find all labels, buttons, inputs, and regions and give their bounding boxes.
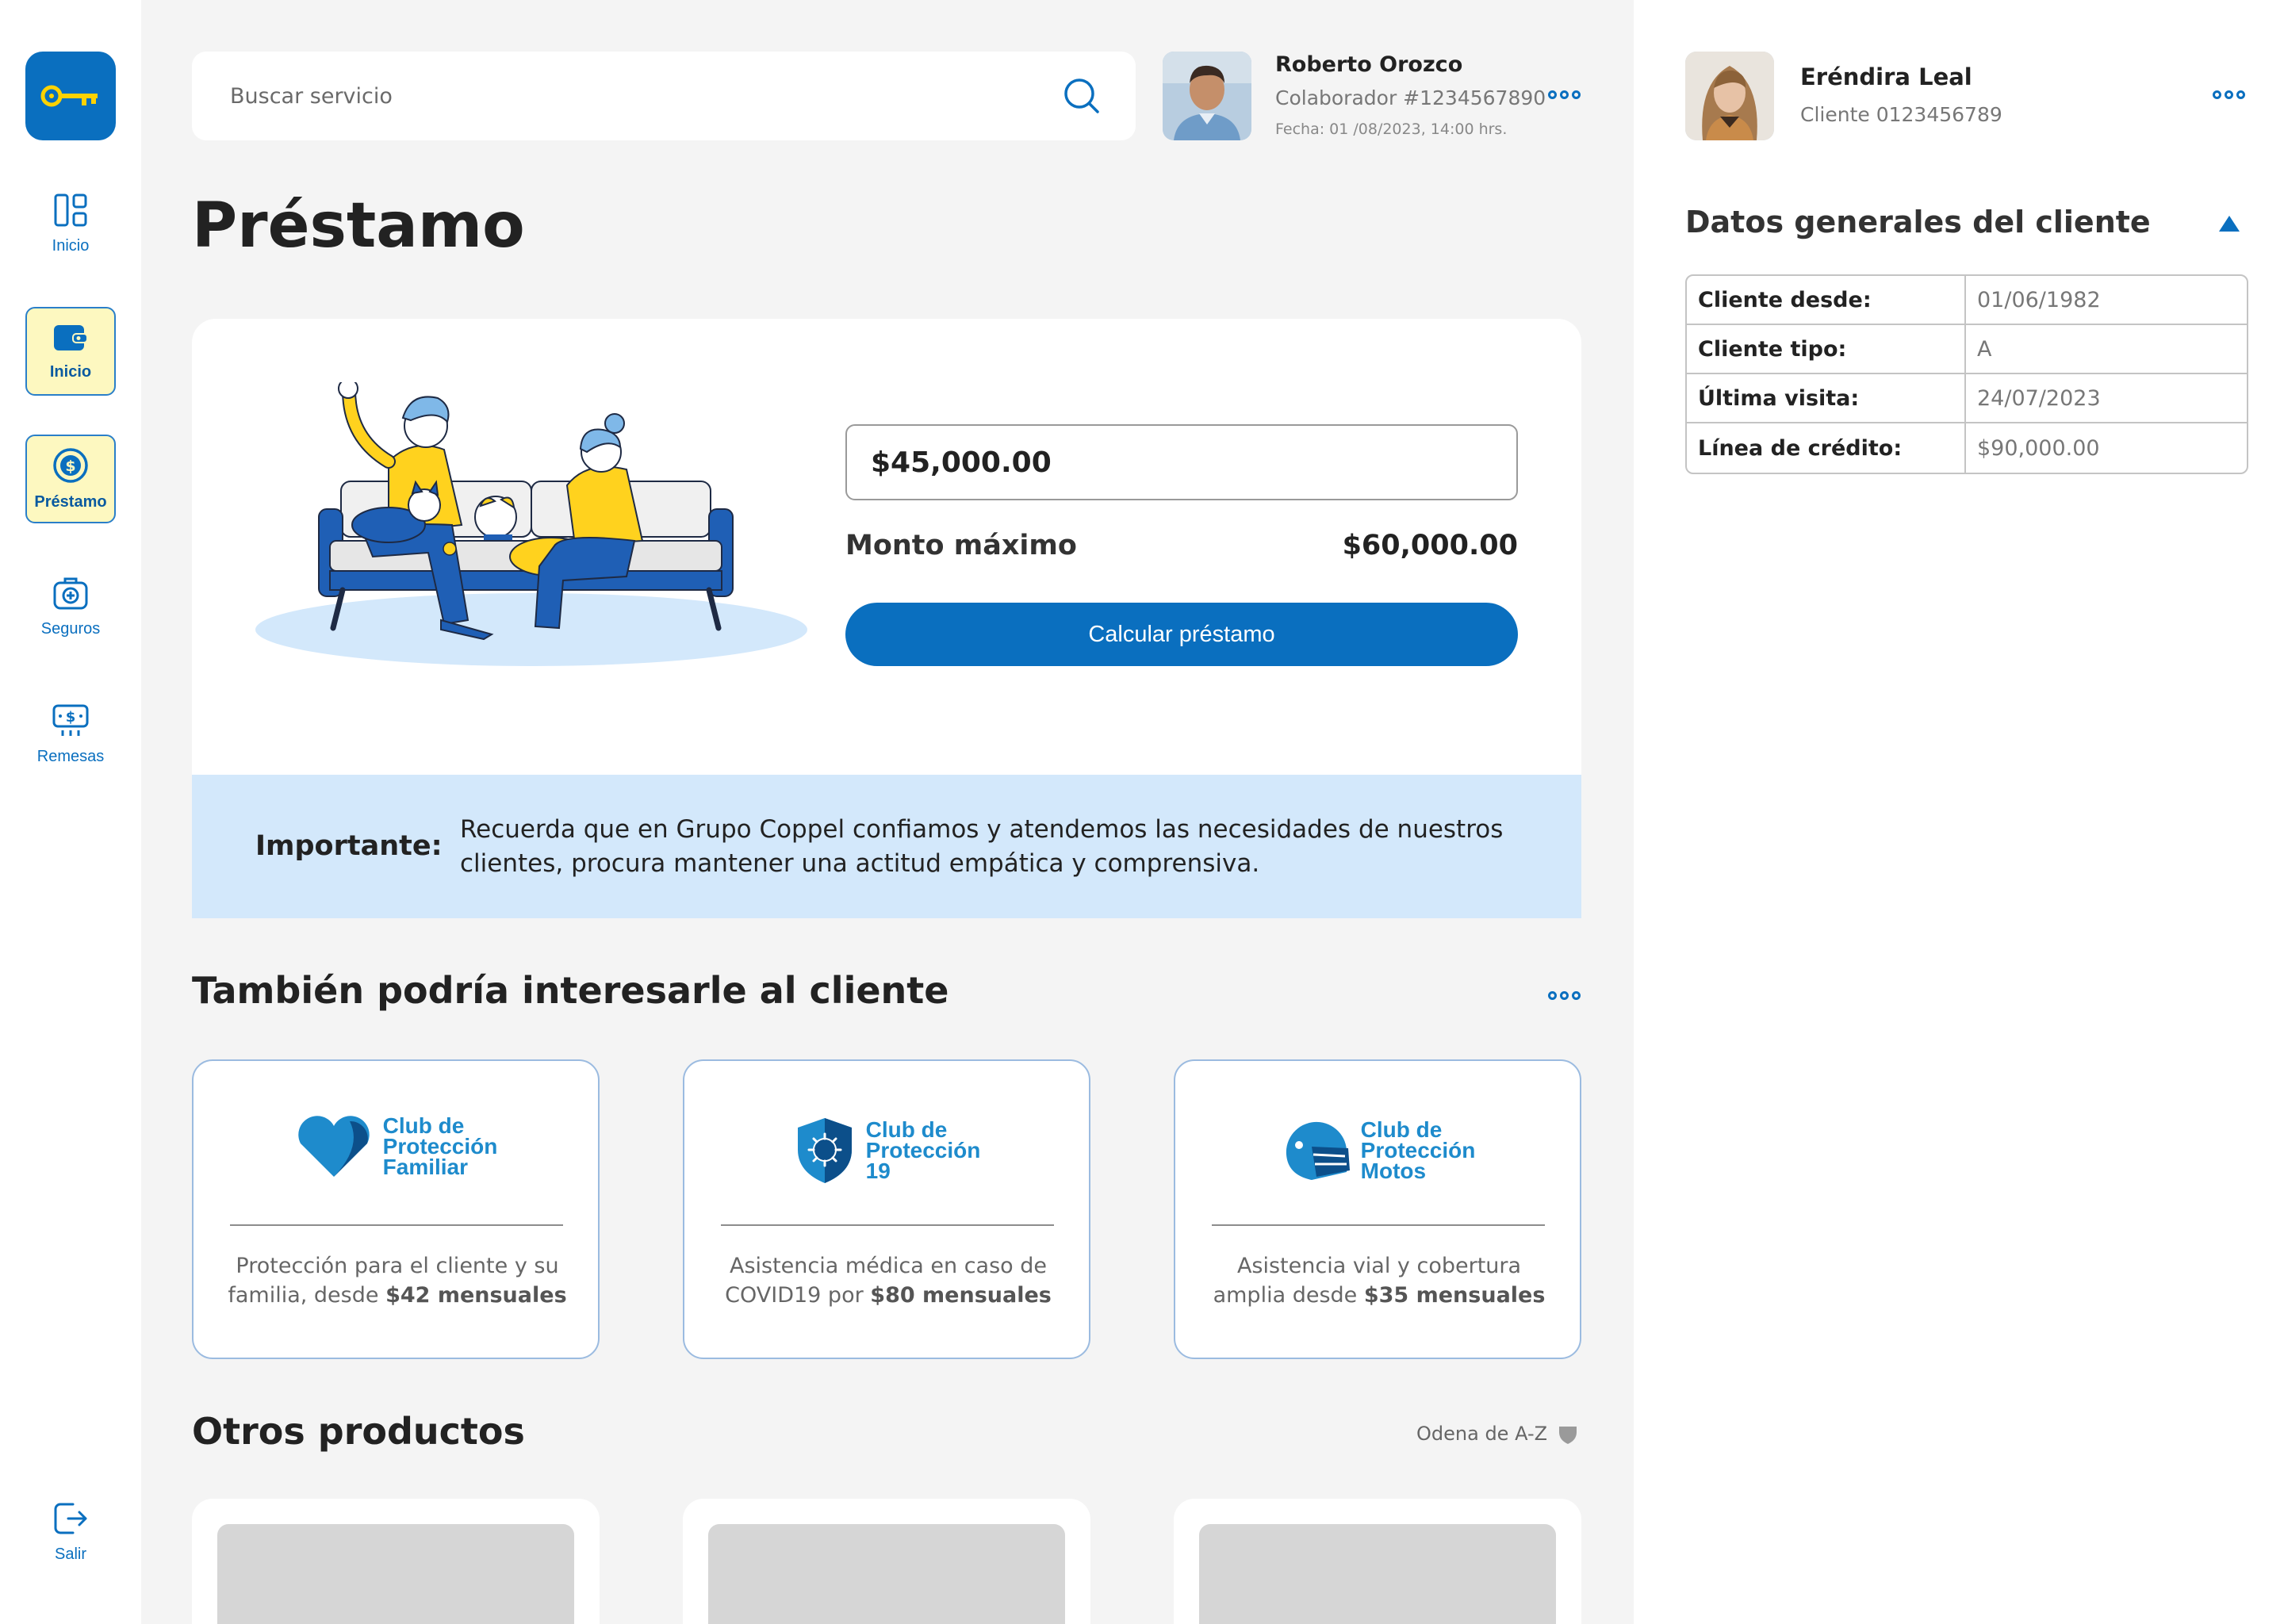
shield-down-icon[interactable]: [1558, 1424, 1578, 1445]
money-transfer-icon: $: [52, 704, 89, 736]
product-image-placeholder: [708, 1524, 1065, 1624]
client-id: Cliente 0123456789: [1800, 103, 2002, 126]
other-product-card[interactable]: [192, 1499, 600, 1624]
important-notice: Importante: Recuerda que en Grupo Coppel…: [192, 775, 1581, 918]
sidebar-item-label: Remesas: [36, 747, 105, 765]
product-divider: [721, 1224, 1054, 1226]
medical-case-icon: [53, 577, 88, 609]
product-logo-text: Club de Protección 19: [865, 1117, 981, 1183]
other-product-card[interactable]: [683, 1499, 1090, 1624]
info-value: 01/06/1982: [1977, 287, 2101, 312]
product-card-covid[interactable]: Club de Protección 19 Asistencia médica …: [683, 1059, 1090, 1359]
helmet-icon: [1286, 1121, 1350, 1180]
info-value: A: [1977, 336, 1992, 362]
product-image-placeholder: [217, 1524, 574, 1624]
client-name: Eréndira Leal: [1800, 63, 1972, 90]
sidebar-item-remesas[interactable]: $ Remesas: [25, 690, 116, 779]
svg-text:$: $: [66, 709, 76, 726]
collaborator-name: Roberto Orozco: [1275, 52, 1463, 77]
other-product-card[interactable]: [1174, 1499, 1581, 1624]
collaborator-more-icon[interactable]: [1548, 90, 1581, 99]
table-row: Cliente desde: 01/06/1982: [1687, 276, 2247, 325]
product-logo: Club de Protección Familiar: [194, 1115, 598, 1178]
product-logo: Club de Protección Motos: [1175, 1115, 1580, 1186]
recommendations-more-icon[interactable]: [1548, 991, 1581, 1000]
collapse-triangle-icon[interactable]: [2217, 214, 2241, 233]
info-key: Última visita:: [1687, 374, 1966, 422]
search-input[interactable]: [230, 80, 1023, 112]
sidebar-item-wallet[interactable]: Inicio: [25, 307, 116, 396]
product-image-placeholder: [1199, 1524, 1556, 1624]
heart-icon: [297, 1116, 370, 1177]
product-card-familiar[interactable]: Club de Protección Familiar Protección p…: [192, 1059, 600, 1359]
loan-amount-input[interactable]: [845, 424, 1518, 500]
page-title: Préstamo: [192, 190, 525, 262]
table-row: Cliente tipo: A: [1687, 325, 2247, 374]
sidebar: Inicio Inicio $ Préstamo Seguros $ Remes…: [0, 0, 141, 1624]
sidebar-item-label: Seguros: [40, 619, 101, 638]
key-icon: [40, 85, 98, 107]
loan-card: Monto máximo $60,000.00: [192, 319, 1581, 775]
recommendations-title: También podría interesarle al cliente: [192, 969, 949, 1012]
client-avatar: [1685, 52, 1774, 140]
sidebar-item-seguros[interactable]: Seguros: [25, 562, 116, 651]
max-amount-label: Monto máximo: [845, 530, 1077, 561]
info-key: Cliente desde:: [1687, 276, 1966, 324]
product-card-motos[interactable]: Club de Protección Motos Asistencia vial…: [1174, 1059, 1581, 1359]
table-row: Última visita: 24/07/2023: [1687, 374, 2247, 423]
logout-icon: [54, 1503, 87, 1534]
notice-label: Importante:: [255, 830, 443, 862]
sort-dropdown-label[interactable]: Odena de A-Z: [1416, 1423, 1547, 1445]
info-value: $90,000.00: [1977, 435, 2100, 461]
collaborator-date: Fecha: 01 /08/2023, 14:00 hrs.: [1275, 121, 1508, 138]
product-description: Asistencia vial y cobertura amplia desde…: [1213, 1254, 1546, 1308]
sidebar-item-label: Préstamo: [34, 492, 107, 511]
product-divider: [230, 1224, 563, 1226]
calculate-loan-button[interactable]: Calcular préstamo: [845, 603, 1518, 666]
search-bar: [192, 52, 1136, 140]
product-description: Protección para el cliente y su familia,…: [228, 1254, 567, 1308]
family-sofa-illustration: [255, 382, 807, 666]
client-panel: [1634, 0, 2284, 1624]
product-description: Asistencia médica en caso de COVID19 por…: [725, 1254, 1052, 1308]
sidebar-item-label: Inicio: [52, 236, 90, 255]
info-key: Línea de crédito:: [1687, 423, 1966, 473]
sidebar-item-inicio[interactable]: Inicio: [25, 179, 116, 268]
svg-text:$: $: [65, 458, 75, 475]
wallet-icon: [54, 324, 88, 350]
client-info-table: Cliente desde: 01/06/1982 Cliente tipo: …: [1685, 274, 2248, 474]
app-logo[interactable]: [25, 52, 116, 140]
shield-virus-icon: [797, 1118, 852, 1183]
product-logo-text: Club de Protección Motos: [1360, 1117, 1476, 1183]
other-products-title: Otros productos: [192, 1410, 525, 1453]
logout-button[interactable]: Salir: [25, 1488, 116, 1576]
sidebar-item-label: Inicio: [49, 362, 92, 381]
product-divider: [1212, 1224, 1545, 1226]
dashboard-icon: [54, 193, 87, 226]
product-logo-text: Club de Protección Familiar: [382, 1113, 498, 1179]
info-value: 24/07/2023: [1977, 385, 2101, 411]
search-icon[interactable]: [1063, 77, 1101, 115]
info-key: Cliente tipo:: [1687, 325, 1966, 373]
collaborator-avatar: [1163, 52, 1251, 140]
notice-text: Recuerda que en Grupo Coppel confiamos y…: [460, 815, 1504, 878]
product-logo: Club de Protección 19: [684, 1115, 1089, 1186]
sidebar-item-prestamo[interactable]: $ Préstamo: [25, 435, 116, 523]
dollar-coin-icon: $: [53, 447, 88, 483]
client-more-icon[interactable]: [2213, 90, 2245, 99]
client-data-title: Datos generales del cliente: [1685, 205, 2151, 239]
collaborator-id: Colaborador #1234567890: [1275, 86, 1546, 109]
max-amount-value: $60,000.00: [1342, 530, 1518, 561]
logout-label: Salir: [54, 1545, 86, 1563]
table-row: Línea de crédito: $90,000.00: [1687, 423, 2247, 473]
